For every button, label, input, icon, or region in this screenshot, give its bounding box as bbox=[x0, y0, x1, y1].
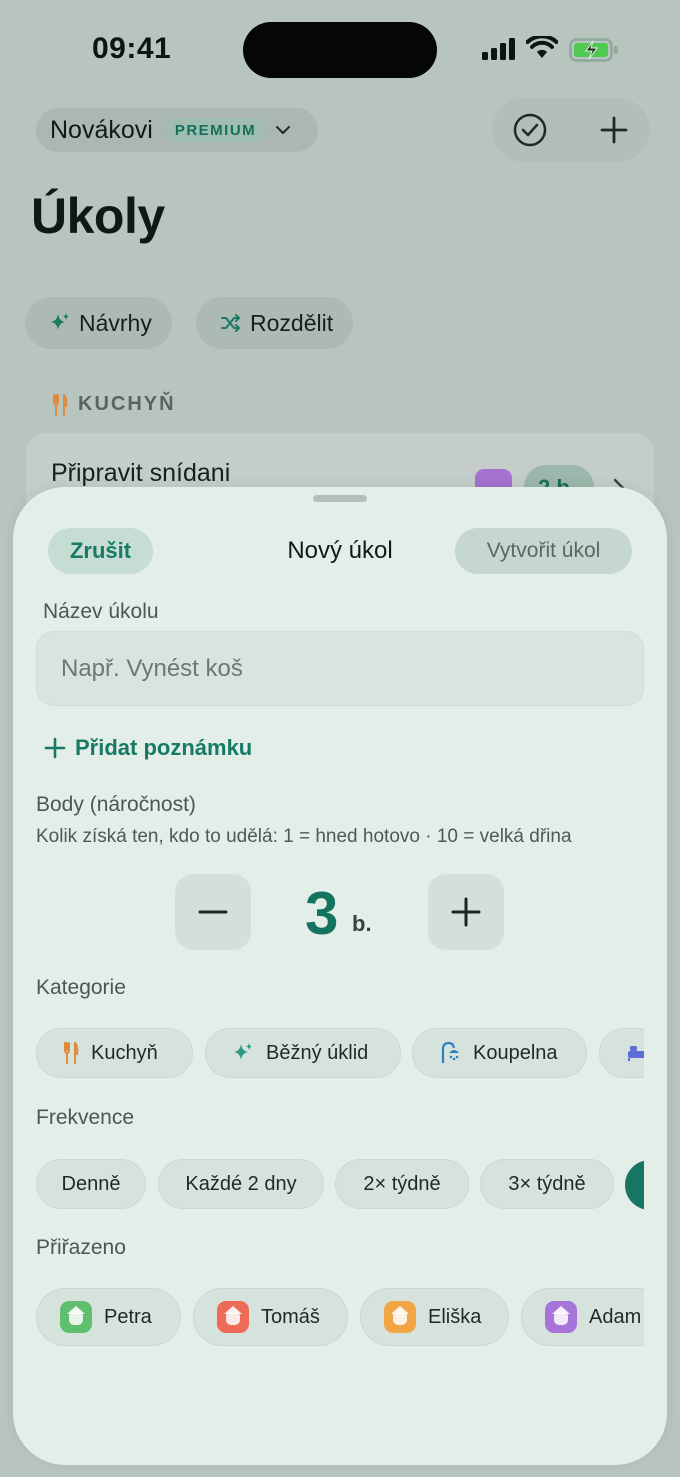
member-name: Tomáš bbox=[261, 1305, 320, 1328]
signal-icon bbox=[482, 38, 515, 60]
category-chip-label: Koupelna bbox=[473, 1041, 558, 1064]
avatar bbox=[217, 1301, 249, 1333]
premium-badge: PREMIUM bbox=[164, 118, 267, 142]
avatar bbox=[545, 1301, 577, 1333]
points-value: 3 bbox=[305, 880, 339, 947]
member-chip-tomas[interactable]: Tomáš bbox=[193, 1288, 348, 1346]
category-chip-label: Kuchyň bbox=[91, 1041, 158, 1064]
frequency-chip-every-2-days[interactable]: Každé 2 dny bbox=[158, 1159, 324, 1209]
avatar bbox=[60, 1301, 92, 1333]
frequency-chip-daily[interactable]: Denně bbox=[36, 1159, 146, 1209]
status-time: 09:41 bbox=[92, 32, 172, 65]
avatar bbox=[384, 1301, 416, 1333]
minus-icon bbox=[198, 910, 228, 914]
plus-icon bbox=[44, 737, 66, 759]
member-chip-eliska[interactable]: Eliška bbox=[360, 1288, 509, 1346]
shuffle-icon bbox=[221, 314, 240, 332]
member-name: Adam bbox=[589, 1305, 642, 1328]
frequency-chip-three-weekly[interactable]: 3× týdně bbox=[480, 1159, 614, 1209]
assigned-label: Přiřazeno bbox=[36, 1236, 126, 1259]
add-task-button[interactable] bbox=[592, 108, 636, 152]
split-label: Rozdělit bbox=[250, 309, 334, 336]
done-tasks-button[interactable] bbox=[510, 108, 550, 152]
add-note-button[interactable]: Přidat poznámku bbox=[43, 735, 252, 761]
sparkle-icon bbox=[234, 1043, 252, 1060]
category-chip-cleaning[interactable]: Běžný úklid bbox=[205, 1028, 401, 1078]
page-title: Úkoly bbox=[31, 188, 165, 244]
points-hint: Kolik získá ten, kdo to udělá: 1 = hned … bbox=[36, 826, 572, 847]
shower-icon bbox=[441, 1041, 459, 1063]
plus-icon bbox=[600, 116, 628, 144]
household-name: Novákovi bbox=[50, 115, 153, 144]
points-label: Body (náročnost) bbox=[36, 793, 196, 816]
section-title: KUCHYŇ bbox=[78, 393, 176, 415]
split-button[interactable]: Rozdělit bbox=[196, 297, 354, 349]
member-name: Petra bbox=[104, 1305, 152, 1328]
suggestions-button[interactable]: Návrhy bbox=[25, 297, 172, 349]
points-unit: b. bbox=[352, 911, 372, 936]
wifi-icon bbox=[526, 36, 558, 58]
category-chip-kitchen[interactable]: Kuchyň bbox=[36, 1028, 193, 1078]
scroll-fade bbox=[644, 1027, 667, 1357]
chevron-down-icon bbox=[276, 126, 291, 134]
battery-charging-icon bbox=[569, 38, 618, 62]
sheet-grabber[interactable] bbox=[313, 495, 367, 502]
fork-knife-icon bbox=[53, 393, 68, 416]
category-chip-label: Běžný úklid bbox=[266, 1041, 369, 1064]
new-task-sheet: Zrušit Nový úkol Vytvořit úkol Název úko… bbox=[13, 487, 667, 1465]
frequency-label: Frekvence bbox=[36, 1106, 135, 1129]
category-chip-bathroom[interactable]: Koupelna bbox=[412, 1028, 587, 1078]
task-name-label: Název úkolu bbox=[43, 600, 159, 623]
plus-icon bbox=[451, 897, 481, 927]
category-label: Kategorie bbox=[36, 976, 126, 999]
decrease-points-button[interactable] bbox=[175, 874, 251, 950]
frequency-chip-twice-weekly[interactable]: 2× týdně bbox=[335, 1159, 469, 1209]
member-chip-petra[interactable]: Petra bbox=[36, 1288, 181, 1346]
fork-knife-icon bbox=[64, 1042, 79, 1064]
task-name-field[interactable] bbox=[36, 631, 644, 706]
create-task-button[interactable]: Vytvořit úkol bbox=[455, 528, 632, 574]
member-name: Eliška bbox=[428, 1305, 482, 1328]
section-header-kitchen: KUCHYŇ bbox=[52, 393, 176, 416]
dynamic-island bbox=[243, 22, 437, 78]
task-name-input[interactable] bbox=[61, 654, 643, 683]
increase-points-button[interactable] bbox=[428, 874, 504, 950]
checkmark-circle-icon bbox=[513, 113, 547, 147]
task-title: Připravit snídani bbox=[51, 459, 231, 487]
household-switcher[interactable]: Novákovi PREMIUM bbox=[36, 108, 318, 152]
add-note-label: Přidat poznámku bbox=[75, 735, 253, 760]
sparkle-icon bbox=[51, 313, 69, 330]
suggestions-label: Návrhy bbox=[79, 309, 152, 336]
